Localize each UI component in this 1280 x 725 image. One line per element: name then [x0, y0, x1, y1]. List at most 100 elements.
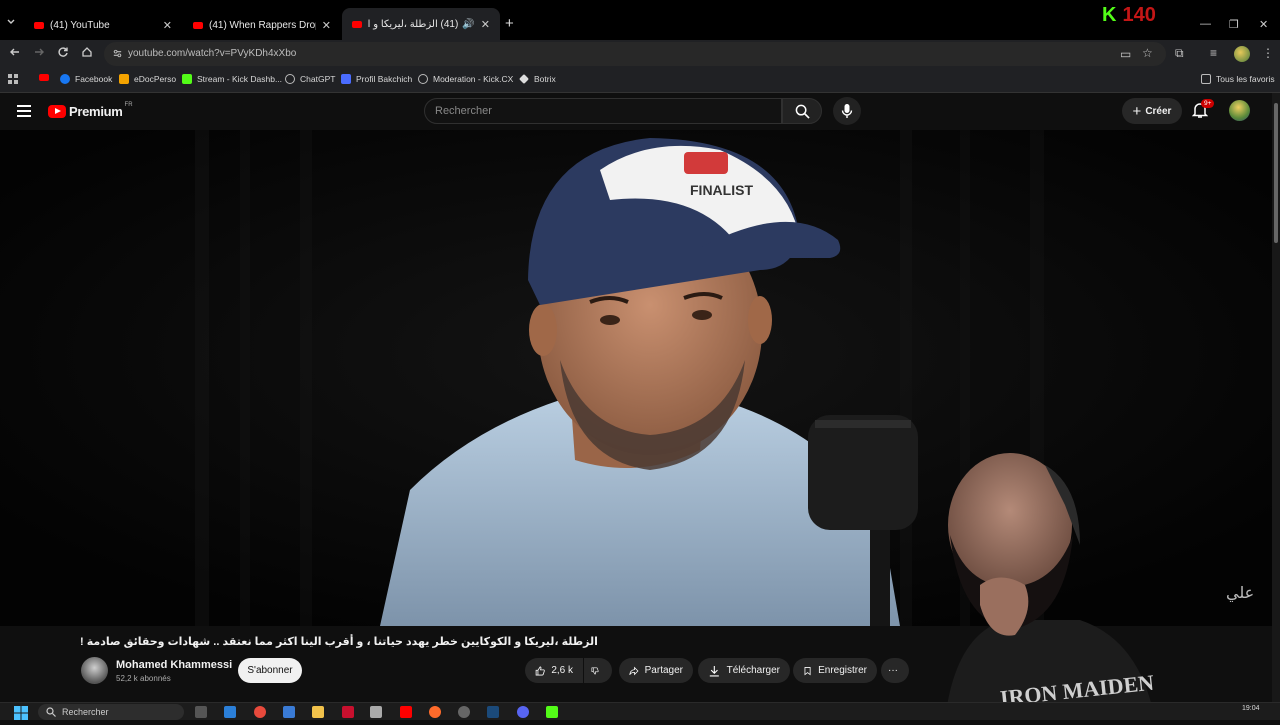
- search-button[interactable]: [782, 98, 822, 124]
- forward-button[interactable]: [33, 46, 45, 61]
- extensions-icon[interactable]: ⧉: [1175, 46, 1184, 61]
- bookmark-label: Botrix: [534, 74, 556, 84]
- file-explorer-icon[interactable]: [312, 706, 324, 718]
- youtube-icon: [39, 74, 49, 81]
- app-icon[interactable]: [458, 706, 470, 718]
- guide-menu-button[interactable]: [17, 105, 31, 120]
- cast-icon[interactable]: ▭: [1120, 47, 1131, 61]
- search-input[interactable]: [425, 99, 765, 123]
- page-scrollbar[interactable]: [1272, 93, 1280, 702]
- kick-viewer-count: 140: [1122, 4, 1156, 26]
- apps-grid-icon[interactable]: [8, 74, 18, 84]
- channel-name[interactable]: Mohamed Khammessi: [116, 659, 232, 671]
- close-tab-icon[interactable]: ✕: [163, 19, 172, 32]
- bookmark-label: Stream - Kick Dashb...: [197, 74, 283, 84]
- share-label: Partager: [644, 665, 683, 676]
- bookmark-botrix[interactable]: Botrix: [519, 74, 556, 84]
- browser-tab-rappers[interactable]: (41) When Rappers Drop Rand ✕: [183, 10, 341, 40]
- store-icon[interactable]: [283, 706, 295, 718]
- scrollbar-thumb[interactable]: [1274, 103, 1278, 243]
- tab-title: (41) الزطلة ،ليريكا و الكوكايين: [368, 18, 459, 30]
- channel-avatar[interactable]: [81, 657, 108, 684]
- bookmark-facebook[interactable]: Facebook: [60, 74, 112, 84]
- reload-icon: [58, 47, 68, 57]
- browser-tab-strip: (41) YouTube ✕ (41) When Rappers Drop Ra…: [0, 0, 1280, 40]
- dislike-button[interactable]: [584, 658, 612, 683]
- bookmark-moderation-kick[interactable]: Moderation - Kick.CX: [418, 74, 513, 84]
- svg-text:FINALIST: FINALIST: [690, 182, 753, 198]
- audio-playing-icon[interactable]: 🔊: [462, 19, 474, 30]
- app-icon[interactable]: [370, 706, 382, 718]
- bookmark-label: Moderation - Kick.CX: [433, 74, 514, 84]
- browser-tab-youtube-home[interactable]: (41) YouTube ✕: [24, 10, 182, 40]
- bookmark-profil-bakchich[interactable]: Profil Bakchich: [341, 74, 412, 84]
- bookmark-label: Profil Bakchich: [356, 74, 413, 84]
- youtube-premium-logo[interactable]: Premium FR: [48, 101, 133, 119]
- webcam-overlay: IRON MAIDEN: [905, 445, 1200, 720]
- close-tab-icon[interactable]: ✕: [322, 19, 331, 32]
- back-button[interactable]: [9, 46, 21, 61]
- youtube-play-logo-icon: [48, 105, 66, 118]
- kick-logo-icon: K: [1102, 4, 1117, 26]
- browser-menu-icon[interactable]: ⋮: [1262, 46, 1274, 60]
- address-bar[interactable]: youtube.com/watch?v=PVyKDh4xXbo ▭ ☆: [104, 42, 1166, 66]
- studio-microphone: [808, 415, 918, 530]
- bookmark-edocperso[interactable]: eDocPerso: [119, 74, 176, 84]
- facebook-icon: [60, 74, 70, 84]
- share-button[interactable]: Partager: [619, 658, 693, 683]
- site-info-icon[interactable]: [112, 48, 123, 59]
- media-controls-icon[interactable]: ≡: [1210, 46, 1217, 60]
- browser-tab-current-video[interactable]: (41) الزطلة ،ليريكا و الكوكايين 🔊 ✕: [342, 8, 500, 40]
- home-icon: [82, 47, 92, 57]
- bookmark-youtube[interactable]: [39, 74, 54, 81]
- save-button[interactable]: Enregistrer: [793, 658, 877, 683]
- youtube-masthead: Premium FR + Créer 9+: [0, 93, 1272, 130]
- channel-watermark: ﻋﻠﻲ: [1226, 585, 1255, 602]
- windows-taskbar: Rechercher 19:04: [0, 702, 1280, 720]
- bakchich-icon: [341, 74, 351, 84]
- url-text: youtube.com/watch?v=PVyKDh4xXbo: [128, 48, 297, 59]
- bookmark-chatgpt[interactable]: ChatGPT: [285, 74, 335, 84]
- arrow-left-icon: [10, 48, 19, 56]
- windows-start-button[interactable]: [14, 706, 28, 720]
- voice-search-button[interactable]: [833, 97, 861, 125]
- reload-button[interactable]: [57, 46, 69, 61]
- download-icon: [709, 665, 719, 677]
- download-label: Télécharger: [726, 665, 780, 676]
- app-icon[interactable]: [342, 706, 354, 718]
- edge-icon[interactable]: [224, 706, 236, 718]
- region-code: FR: [124, 101, 133, 108]
- subscribe-button[interactable]: S'abonner: [238, 658, 302, 683]
- close-window-button[interactable]: ✕: [1259, 18, 1268, 31]
- home-button[interactable]: [81, 46, 93, 61]
- restore-window-button[interactable]: ❐: [1229, 18, 1239, 31]
- search-box[interactable]: [424, 98, 782, 124]
- download-button[interactable]: Télécharger: [698, 658, 790, 683]
- close-tab-icon[interactable]: ✕: [481, 18, 490, 31]
- create-button[interactable]: + Créer: [1122, 98, 1182, 124]
- kick-app-icon[interactable]: [546, 706, 558, 718]
- chrome-icon[interactable]: [254, 706, 266, 718]
- youtube-app-icon[interactable]: [400, 706, 412, 718]
- bookmark-icon: [804, 666, 811, 675]
- bookmark-star-icon[interactable]: ☆: [1142, 46, 1153, 60]
- taskbar-search[interactable]: Rechercher: [38, 704, 184, 720]
- browser-profile-avatar[interactable]: [1234, 46, 1250, 62]
- steam-icon[interactable]: [487, 706, 499, 718]
- bookmark-label: eDocPerso: [134, 74, 177, 84]
- bookmark-kick-dashboard[interactable]: Stream - Kick Dashb...: [182, 74, 282, 84]
- new-tab-button[interactable]: +: [505, 15, 514, 32]
- chatgpt-icon: [285, 74, 295, 84]
- task-view-icon[interactable]: [195, 706, 207, 718]
- bookmark-label: Tous les favoris: [1216, 74, 1275, 84]
- like-button[interactable]: 2,6 k: [525, 658, 583, 683]
- all-bookmarks-folder[interactable]: Tous les favoris: [1201, 74, 1275, 84]
- app-icon[interactable]: [429, 706, 441, 718]
- account-avatar[interactable]: [1229, 100, 1250, 121]
- minimize-window-button[interactable]: —: [1200, 18, 1211, 30]
- taskbar-clock[interactable]: 19:04: [1242, 705, 1260, 712]
- webcam-streamer-image: IRON MAIDEN: [945, 453, 1155, 720]
- youtube-favicon-icon: [193, 21, 203, 29]
- tab-search-button[interactable]: [6, 17, 20, 33]
- discord-icon[interactable]: [517, 706, 529, 718]
